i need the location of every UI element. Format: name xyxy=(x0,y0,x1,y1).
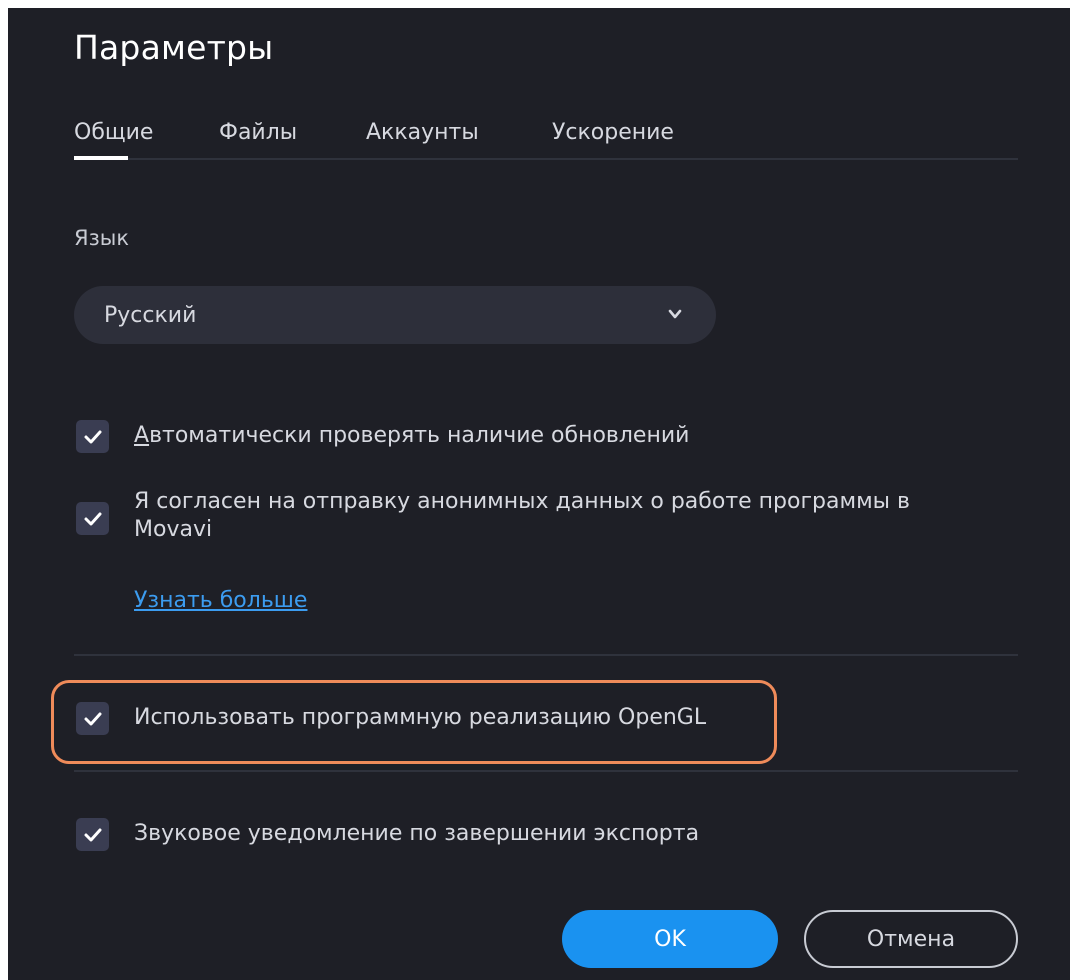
divider xyxy=(74,770,1018,772)
anonymous-data-label-line1: Я согласен на отправку анонимных данных … xyxy=(134,489,910,514)
language-label: Язык xyxy=(74,226,130,250)
language-select-value: Русский xyxy=(104,302,197,328)
auto-update-accelerator: А xyxy=(134,423,150,448)
tab-files[interactable]: Файлы xyxy=(219,120,297,145)
opengl-checkbox[interactable] xyxy=(76,702,109,735)
cancel-button[interactable]: Отмена xyxy=(804,910,1018,968)
divider xyxy=(74,654,1018,656)
checkmark-icon xyxy=(84,512,101,525)
sound-notification-label: Звуковое уведомление по завершении экспо… xyxy=(134,821,700,846)
auto-update-label: Автоматически проверять наличие обновлен… xyxy=(134,422,689,450)
opengl-label: Использовать программную реализацию Open… xyxy=(134,705,707,730)
tab-bar: Общие Файлы Аккаунты Ускорение xyxy=(74,114,1018,160)
sound-notification-checkbox[interactable] xyxy=(76,818,109,851)
auto-update-label-rest: втоматически проверять наличие обновлени… xyxy=(149,423,690,448)
settings-dialog: Параметры Общие Файлы Аккаунты Ускорение… xyxy=(8,8,1070,980)
tab-accounts[interactable]: Аккаунты xyxy=(366,120,479,145)
tab-general[interactable]: Общие xyxy=(74,120,153,145)
anonymous-data-label-line2: Movavi xyxy=(134,517,213,542)
anonymous-data-option: Я согласен на отправку анонимных данных … xyxy=(76,489,910,544)
checkmark-icon xyxy=(84,712,101,725)
anonymous-data-checkbox[interactable] xyxy=(76,502,109,535)
dialog-title: Параметры xyxy=(74,28,274,67)
chevron-down-icon xyxy=(668,309,682,319)
auto-update-option: Автоматически проверять наличие обновлен… xyxy=(76,420,689,453)
anonymous-data-label: Я согласен на отправку анонимных данных … xyxy=(134,488,910,544)
checkmark-icon xyxy=(84,430,101,443)
auto-update-checkbox[interactable] xyxy=(76,420,109,453)
checkmark-icon xyxy=(84,828,101,841)
active-tab-indicator xyxy=(74,156,128,160)
ok-button[interactable]: OK xyxy=(562,910,778,968)
language-select[interactable]: Русский xyxy=(74,286,716,344)
sound-notification-option: Звуковое уведомление по завершении экспо… xyxy=(76,818,699,851)
tab-acceleration[interactable]: Ускорение xyxy=(552,120,674,145)
opengl-option: Использовать программную реализацию Open… xyxy=(76,702,706,735)
learn-more-link[interactable]: Узнать больше xyxy=(134,588,307,613)
